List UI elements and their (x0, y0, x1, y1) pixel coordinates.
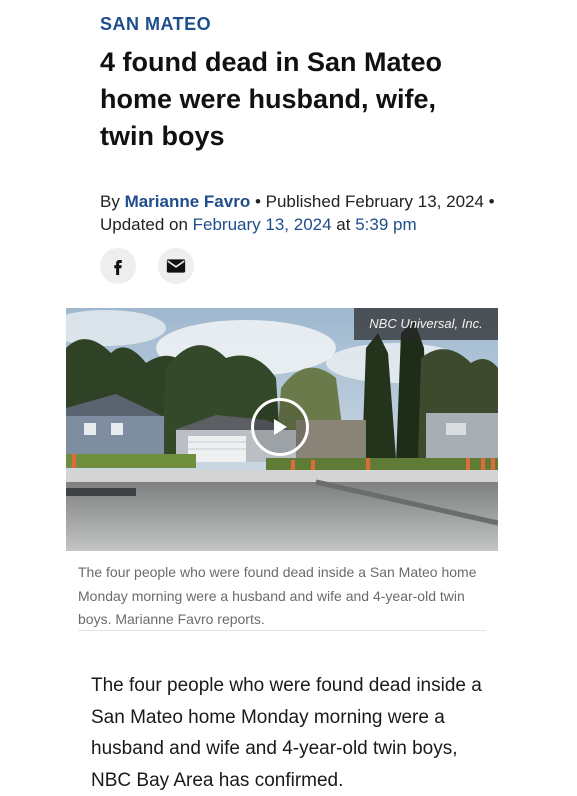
at-label: at (331, 215, 356, 234)
author-link[interactable]: Marianne Favro (125, 192, 251, 211)
share-bar (100, 248, 194, 284)
byline-prefix: By (100, 192, 125, 211)
video-caption: The four people who were found dead insi… (78, 564, 477, 627)
article-paragraph: The four people who were found dead insi… (91, 675, 482, 791)
updated-time: 5:39 pm (355, 215, 417, 234)
facebook-icon (114, 260, 122, 275)
published-date: February 13, 2024 (345, 192, 484, 211)
updated-date: February 13, 2024 (192, 215, 332, 234)
caption-divider (78, 630, 486, 631)
video-player[interactable]: NBC Universal, Inc. (66, 308, 498, 551)
article-category[interactable]: SAN MATEO (100, 14, 211, 35)
play-icon (274, 419, 287, 435)
email-share-button[interactable] (158, 248, 194, 284)
article-headline: 4 found dead in San Mateo home were husb… (100, 47, 443, 151)
facebook-share-button[interactable] (100, 248, 136, 284)
photo-credit: NBC Universal, Inc. (354, 308, 498, 340)
play-button[interactable] (251, 398, 309, 456)
email-icon (166, 259, 186, 273)
byline: By Marianne Favro • Published February 1… (100, 190, 500, 236)
published-label: • Published (250, 192, 346, 211)
